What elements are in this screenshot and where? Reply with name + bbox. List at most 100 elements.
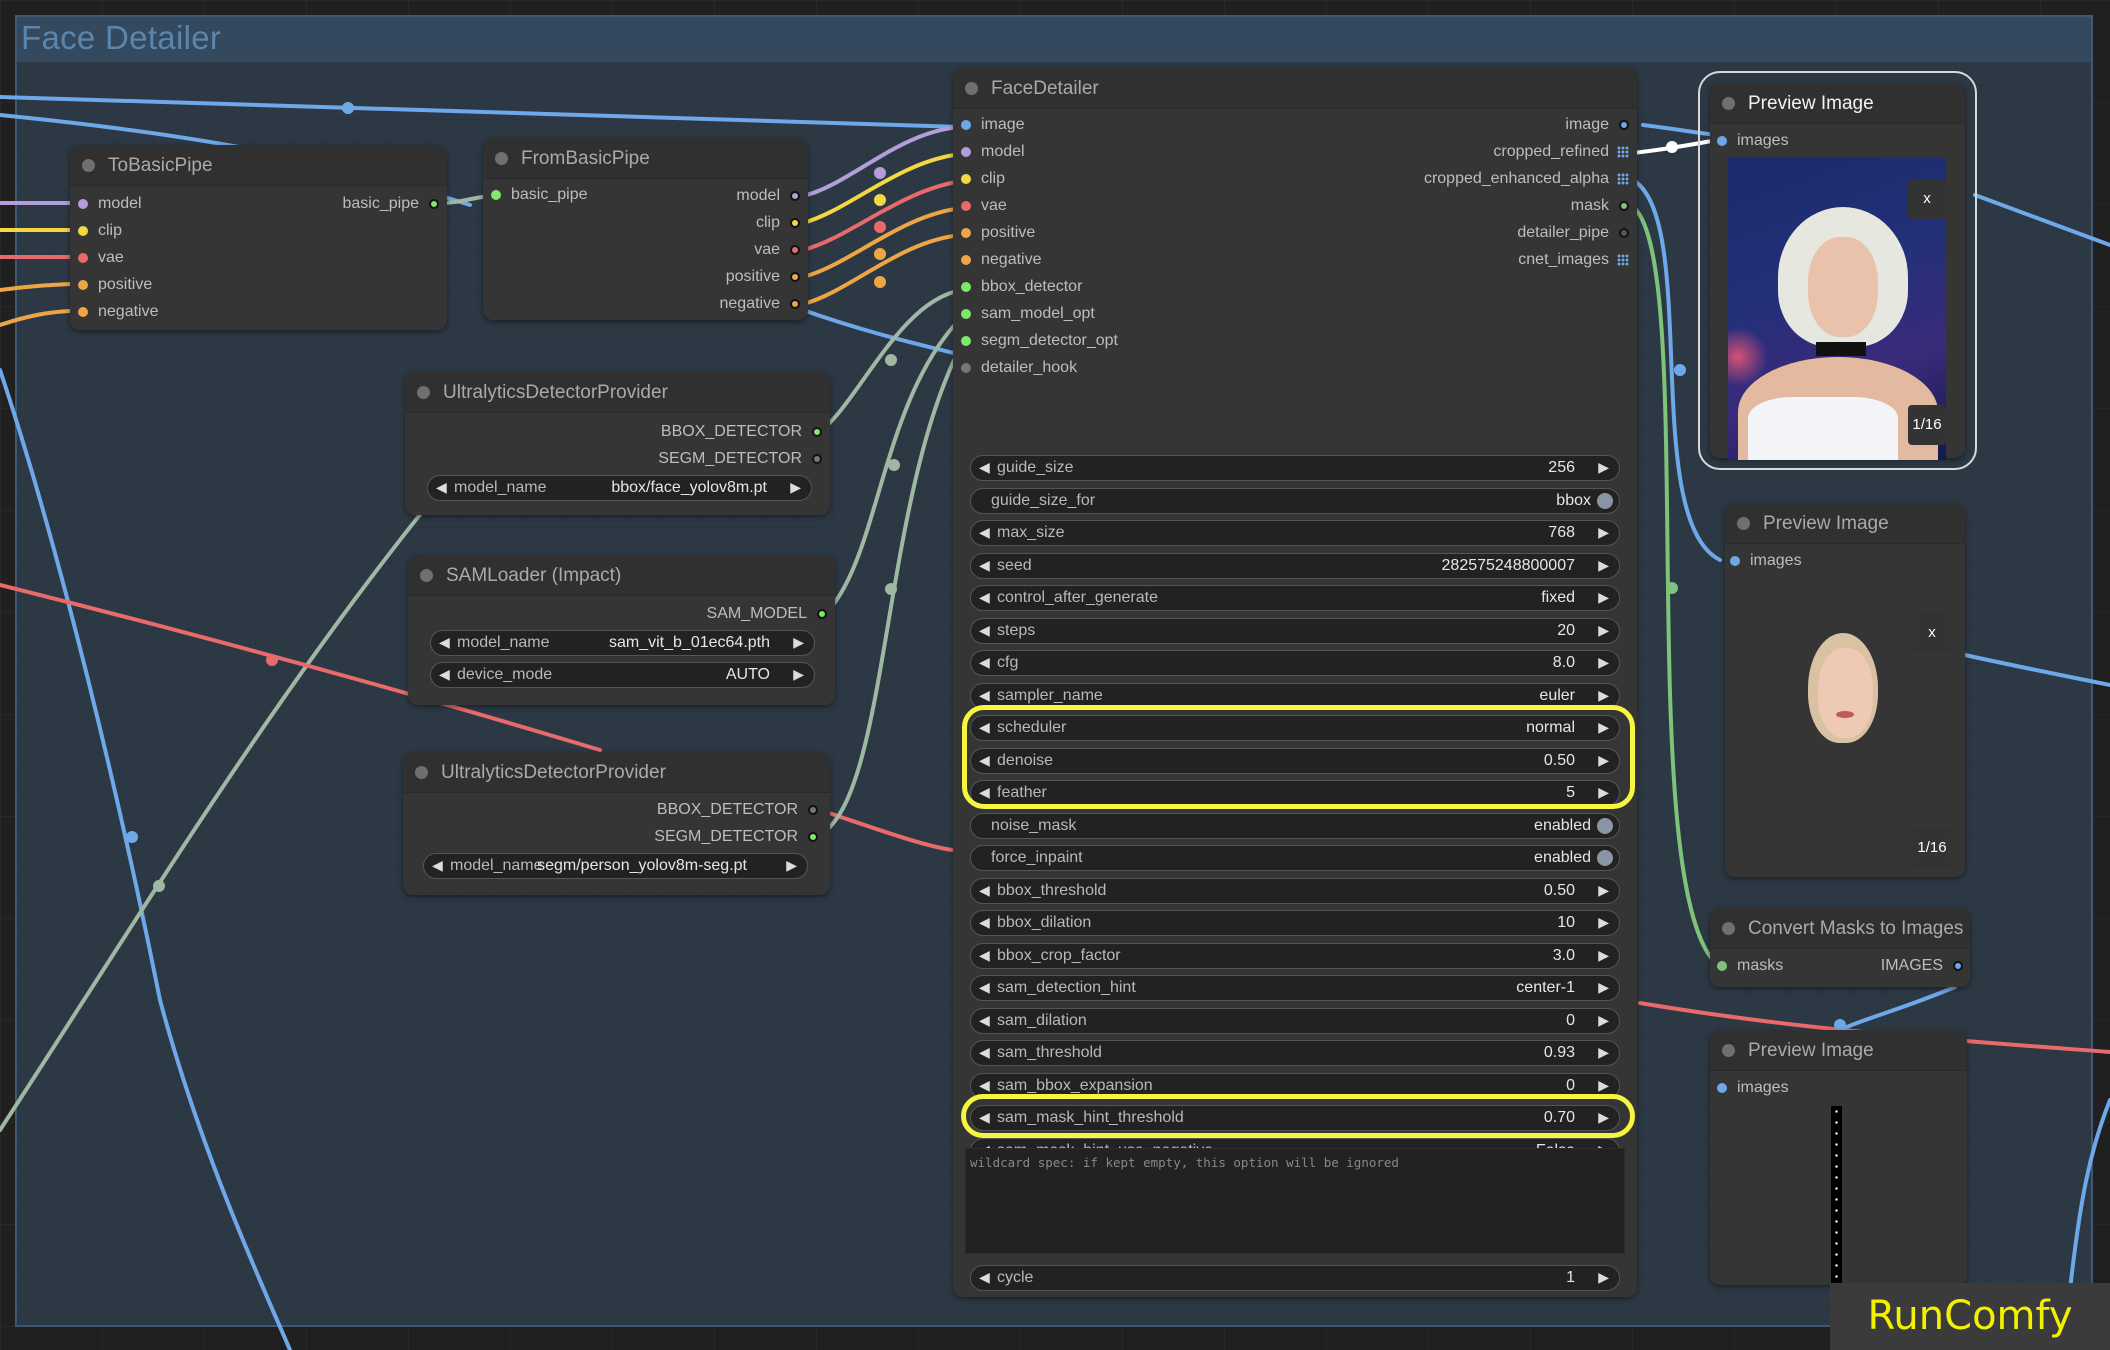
output-clip[interactable]: clip	[756, 212, 800, 234]
widget-bbox-crop-factor[interactable]: ◀ bbox_crop_factor 3.0 ▶	[970, 942, 1620, 969]
output-image[interactable]: image	[1565, 114, 1629, 136]
increment-arrow-icon[interactable]: ▶	[1598, 716, 1609, 739]
widget-noise-mask[interactable]: noise_mask enabled	[970, 812, 1620, 839]
input-masks[interactable]: masks	[1717, 955, 1783, 977]
node-sam-loader[interactable]: SAMLoader (Impact) SAM_MODEL ◀ model_nam…	[408, 555, 835, 705]
node-header[interactable]: UltralyticsDetectorProvider	[405, 372, 830, 413]
slot-dot-icon[interactable]	[790, 299, 800, 309]
widget-sampler-name[interactable]: ◀ sampler_name euler ▶	[970, 682, 1620, 709]
increment-arrow-icon[interactable]: ▶	[1598, 1106, 1609, 1129]
input-detailer-hook[interactable]: detailer_hook	[961, 357, 1077, 379]
output-bbox-detector[interactable]: BBOX_DETECTOR	[657, 799, 818, 821]
preview-image-face-crop[interactable]	[1803, 633, 1883, 748]
node-face-detailer[interactable]: FaceDetailer image model clip vae positive ne…	[953, 68, 1637, 1297]
increment-arrow-icon[interactable]: ▶	[1598, 781, 1609, 804]
widget-feather[interactable]: ◀ feather 5 ▶	[970, 780, 1620, 806]
widget-bbox-dilation[interactable]: ◀ bbox_dilation 10 ▶	[970, 910, 1620, 936]
input-segm-detector-opt[interactable]: segm_detector_opt	[961, 330, 1118, 352]
increment-arrow-icon[interactable]: ▶	[1598, 554, 1609, 577]
node-header[interactable]: Preview Image	[1710, 83, 1965, 124]
widget-sam-mask-hint-threshold[interactable]: ◀ sam_mask_hint_threshold 0.70 ▶	[970, 1105, 1620, 1131]
increment-arrow-icon[interactable]: ▶	[1598, 586, 1609, 609]
collapse-dot-icon[interactable]	[1722, 97, 1735, 110]
increment-arrow-icon[interactable]: ▶	[1598, 619, 1609, 642]
collapse-dot-icon[interactable]	[415, 766, 428, 779]
decrement-arrow-icon[interactable]: ◀	[979, 879, 990, 902]
preview-image-mask-strip[interactable]	[1831, 1106, 1842, 1285]
slot-dot-icon[interactable]	[491, 190, 501, 200]
decrement-arrow-icon[interactable]: ◀	[979, 716, 990, 739]
slot-dot-icon[interactable]	[817, 609, 827, 619]
node-header[interactable]: Preview Image	[1725, 503, 1965, 544]
input-positive[interactable]: positive	[78, 274, 152, 296]
slot-dot-icon[interactable]	[790, 245, 800, 255]
increment-arrow-icon[interactable]: ▶	[1598, 911, 1609, 934]
widget-cycle[interactable]: ◀ cycle 1 ▶	[970, 1265, 1620, 1291]
slot-dot-icon[interactable]	[1717, 1083, 1727, 1093]
collapse-dot-icon[interactable]	[82, 159, 95, 172]
output-cnet-images[interactable]: cnet_images	[1518, 249, 1629, 271]
slot-dot-icon[interactable]	[961, 201, 971, 211]
output-images[interactable]: IMAGES	[1881, 955, 1963, 977]
collapse-dot-icon[interactable]	[1722, 1044, 1735, 1057]
collapse-dot-icon[interactable]	[420, 569, 433, 582]
increment-arrow-icon[interactable]: ▶	[1598, 976, 1609, 999]
node-header[interactable]: ToBasicPipe	[70, 145, 447, 186]
slot-dot-icon[interactable]	[812, 454, 822, 464]
decrement-arrow-icon[interactable]: ◀	[439, 631, 450, 654]
increment-arrow-icon[interactable]: ▶	[1598, 456, 1609, 479]
slot-dot-icon[interactable]	[1953, 961, 1963, 971]
slot-dot-icon[interactable]	[1717, 136, 1727, 146]
node-preview-image-result[interactable]: Preview Image images x 1/16	[1698, 71, 1977, 470]
decrement-arrow-icon[interactable]: ◀	[979, 521, 990, 544]
increment-arrow-icon[interactable]: ▶	[1598, 879, 1609, 902]
input-model[interactable]: model	[961, 141, 1025, 163]
widget-model-name[interactable]: ◀ model_name segm/person_yolov8m-seg.pt …	[423, 853, 808, 879]
input-clip[interactable]: clip	[78, 220, 122, 242]
widget-model-name[interactable]: ◀ model_name sam_vit_b_01ec64.pth ▶	[430, 630, 815, 656]
increment-arrow-icon[interactable]: ▶	[1598, 1041, 1609, 1064]
toggle-knob-icon[interactable]	[1597, 817, 1613, 834]
slot-dot-icon[interactable]	[1717, 961, 1727, 971]
input-model[interactable]: model	[78, 193, 142, 215]
toggle-knob-icon[interactable]	[1597, 492, 1613, 509]
node-ultralytics-detector-provider-segm[interactable]: UltralyticsDetectorProvider BBOX_DETECTO…	[403, 752, 830, 895]
increment-arrow-icon[interactable]: ▶	[1598, 651, 1609, 674]
widget-guide-size[interactable]: ◀ guide_size 256 ▶	[970, 455, 1620, 481]
output-segm-detector[interactable]: SEGM_DETECTOR	[658, 448, 822, 470]
node-header[interactable]: UltralyticsDetectorProvider	[403, 752, 830, 793]
decrement-arrow-icon[interactable]: ◀	[979, 749, 990, 772]
slot-dot-icon[interactable]	[78, 280, 88, 290]
output-segm-detector[interactable]: SEGM_DETECTOR	[654, 826, 818, 848]
node-ultralytics-detector-provider-bbox[interactable]: UltralyticsDetectorProvider BBOX_DETECTO…	[405, 372, 830, 515]
slot-dot-icon[interactable]	[961, 174, 971, 184]
node-header[interactable]: FromBasicPipe	[483, 138, 808, 179]
increment-arrow-icon[interactable]: ▶	[1598, 521, 1609, 544]
slot-dot-icon[interactable]	[812, 427, 822, 437]
input-images[interactable]: images	[1730, 550, 1802, 572]
input-vae[interactable]: vae	[78, 247, 124, 269]
node-from-basic-pipe[interactable]: FromBasicPipe basic_pipe model clip vae …	[483, 138, 808, 320]
output-negative[interactable]: negative	[720, 293, 800, 315]
widget-control-after-generate[interactable]: ◀ control_after_generate fixed ▶	[970, 585, 1620, 611]
decrement-arrow-icon[interactable]: ◀	[979, 586, 990, 609]
collapse-dot-icon[interactable]	[417, 386, 430, 399]
collapse-dot-icon[interactable]	[495, 152, 508, 165]
slot-dot-icon[interactable]	[961, 336, 971, 346]
slot-dot-icon[interactable]	[961, 120, 971, 130]
output-sam-model[interactable]: SAM_MODEL	[707, 603, 827, 625]
decrement-arrow-icon[interactable]: ◀	[979, 911, 990, 934]
slot-dot-icon[interactable]	[790, 272, 800, 282]
group-header[interactable]: Face Detailer	[17, 17, 2091, 62]
slot-dot-icon[interactable]	[790, 191, 800, 201]
slot-dot-icon[interactable]	[429, 199, 439, 209]
decrement-arrow-icon[interactable]: ◀	[432, 854, 443, 877]
increment-arrow-icon[interactable]: ▶	[1598, 1009, 1609, 1032]
list-output-icon[interactable]	[1617, 173, 1629, 185]
decrement-arrow-icon[interactable]: ◀	[979, 619, 990, 642]
increment-arrow-icon[interactable]: ▶	[786, 854, 797, 877]
widget-model-name[interactable]: ◀ model_name bbox/face_yolov8m.pt ▶	[427, 475, 812, 501]
widget-steps[interactable]: ◀ steps 20 ▶	[970, 617, 1620, 644]
widget-bbox-threshold[interactable]: ◀ bbox_threshold 0.50 ▶	[970, 877, 1620, 904]
collapse-dot-icon[interactable]	[965, 82, 978, 95]
